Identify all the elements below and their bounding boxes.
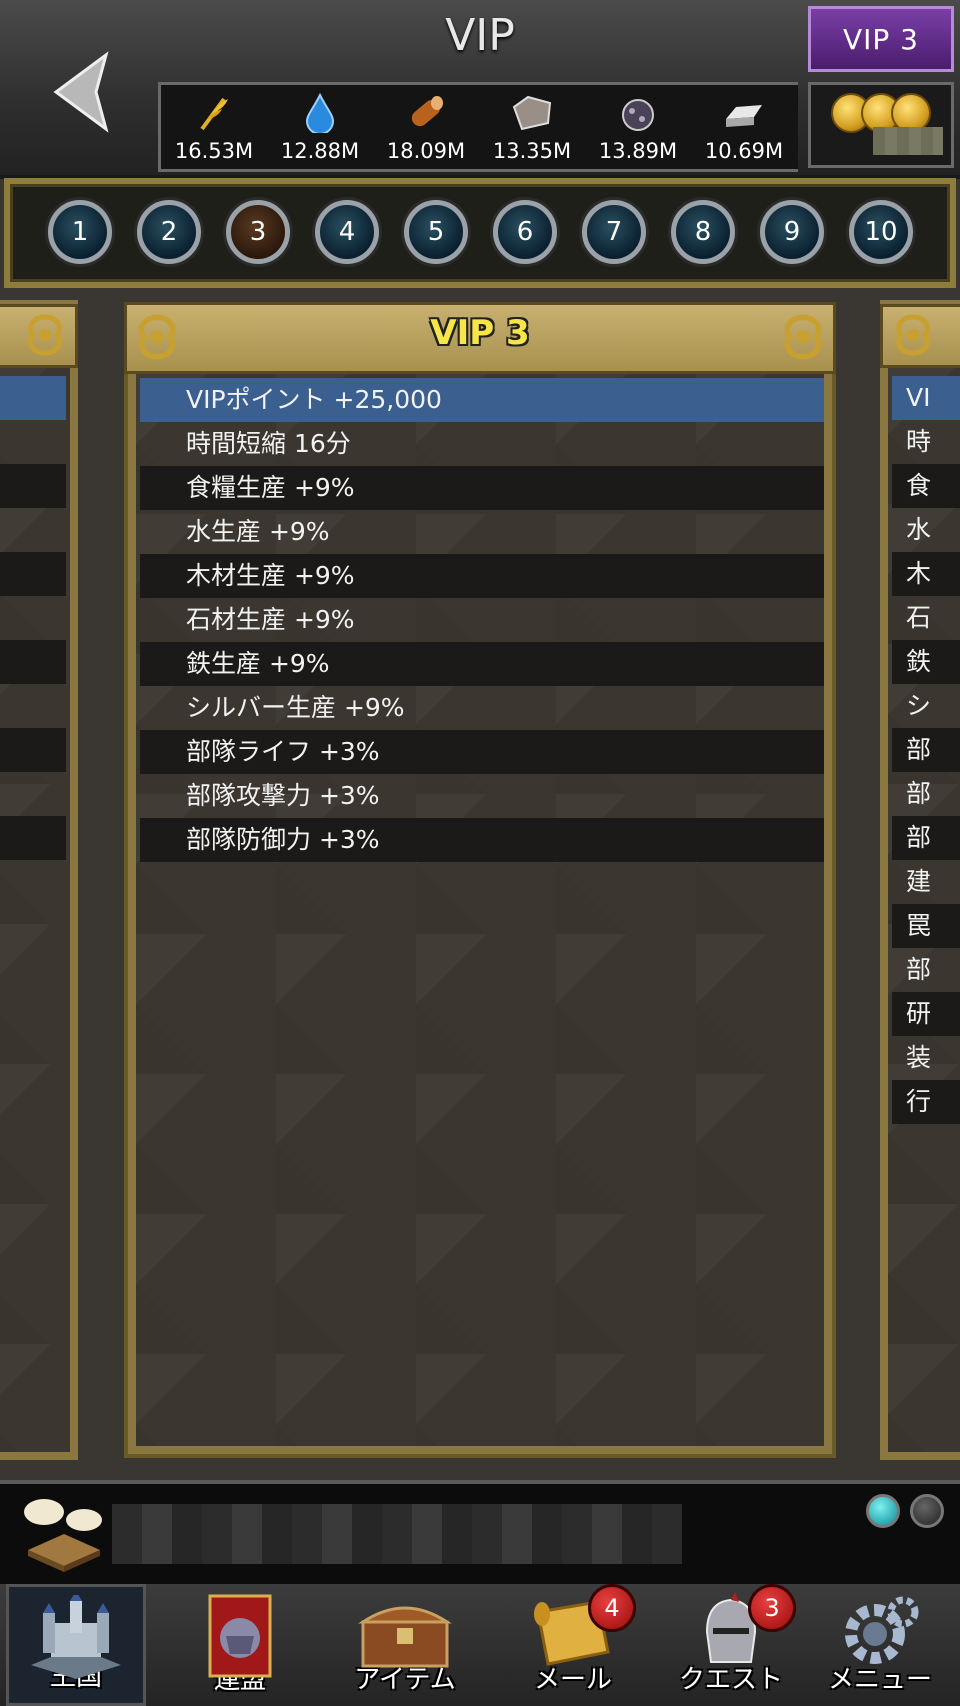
vip-tab-2[interactable]: 2 xyxy=(137,200,201,264)
page-title: VIP xyxy=(445,10,515,61)
wheat-icon xyxy=(200,97,228,131)
resource-value: 13.89M xyxy=(598,139,678,163)
resource-iron[interactable]: 13.89M xyxy=(585,91,691,163)
resource-stone[interactable]: 13.35M xyxy=(479,91,585,163)
vip-tab-5[interactable]: 5 xyxy=(404,200,468,264)
stone-icon xyxy=(512,95,552,131)
gold-coins-button[interactable] xyxy=(808,82,954,168)
peek-row: 水 xyxy=(906,515,932,544)
vip-tab-9[interactable]: 9 xyxy=(760,200,824,264)
benefit-row: シルバー生産 +9% xyxy=(186,693,405,722)
benefit-row: 水生産 +9% xyxy=(186,517,330,546)
benefit-row: 部隊防御力 +3% xyxy=(140,818,824,862)
next-panel[interactable]: VI 時 食 水 木 石 鉄 シ 部 部 部 建 罠 部 研 装 行 xyxy=(880,300,960,1460)
peek-row: 建 xyxy=(906,867,932,896)
peek-row: 石 xyxy=(906,603,932,632)
resource-value: 18.09M xyxy=(386,139,466,163)
vip-tab-1[interactable]: 1 xyxy=(48,200,112,264)
quest-badge: 3 xyxy=(748,1584,796,1632)
log-icon xyxy=(411,96,443,127)
peek-row: 部 xyxy=(906,955,932,984)
water-drop-icon xyxy=(305,93,335,133)
resource-value: 10.69M xyxy=(704,139,784,163)
vip-tab-6[interactable]: 6 xyxy=(493,200,557,264)
resource-wood[interactable]: 18.09M xyxy=(373,91,479,163)
peek-row: 研 xyxy=(892,992,960,1036)
resource-value: 16.53M xyxy=(174,139,254,163)
peek-row: 部 xyxy=(892,728,960,772)
benefit-row: VIPポイント +25,000 xyxy=(140,378,824,422)
nav-alliance[interactable]: 連盟 xyxy=(180,1584,300,1706)
chat-page-indicator[interactable] xyxy=(910,1494,944,1528)
benefit-row: 鉄生産 +9% xyxy=(140,642,824,686)
alliance-banner-icon xyxy=(208,1594,272,1678)
resource-strip: 16.53M 12.88M 18.09M 13.35M 13.89M 10.69… xyxy=(158,82,798,172)
iron-ore-icon xyxy=(622,99,654,131)
vip-level-tabs: 1 2 3 4 5 6 7 8 9 10 xyxy=(4,178,956,288)
peek-row: 時 xyxy=(906,427,932,456)
back-arrow-icon xyxy=(53,51,109,133)
resource-value: 13.35M xyxy=(492,139,572,163)
peek-row: 食 xyxy=(892,464,960,508)
peek-row: シ xyxy=(906,691,932,720)
resource-value: 12.88M xyxy=(280,139,360,163)
top-bar: VIP 16.53M 12.88M 18.09M 13.35M 13.89M 1… xyxy=(0,0,960,179)
benefit-row: 石材生産 +9% xyxy=(186,605,355,634)
vip-benefits-panel: VIP 3 VIPポイント +25,000 時間短縮 16分 食糧生産 +9% … xyxy=(124,302,836,1458)
redacted-value xyxy=(873,127,943,155)
benefit-row: 部隊ライフ +3% xyxy=(140,730,824,774)
peek-row: VI xyxy=(892,376,960,420)
peek-row: 行 xyxy=(892,1080,960,1124)
panel-header: VIP 3 xyxy=(124,302,836,374)
vip-tab-7[interactable]: 7 xyxy=(582,200,646,264)
peek-row: 装 xyxy=(906,1043,932,1072)
peek-row: 木 xyxy=(892,552,960,596)
nav-items[interactable]: アイテム xyxy=(340,1584,470,1706)
benefit-row: 部隊攻撃力 +3% xyxy=(186,781,380,810)
back-button[interactable] xyxy=(22,22,142,162)
panel-title: VIP 3 xyxy=(430,313,530,353)
previous-panel[interactable] xyxy=(0,300,78,1460)
benefit-row: 木材生産 +9% xyxy=(140,554,824,598)
bottom-nav: 王国 連盟 アイテム 4 メール 3 クエスト xyxy=(0,1584,960,1706)
nav-quest[interactable]: 3 クエスト xyxy=(666,1584,796,1706)
resource-food[interactable]: 16.53M xyxy=(161,91,267,163)
vip-tab-3[interactable]: 3 xyxy=(226,200,290,264)
vip-tab-10[interactable]: 10 xyxy=(849,200,913,264)
treasure-chest-icon xyxy=(358,1606,452,1668)
peek-row: 罠 xyxy=(892,904,960,948)
peek-row: 部 xyxy=(892,816,960,860)
nav-menu[interactable]: メニュー xyxy=(810,1584,950,1706)
ornament-icon xyxy=(777,311,829,363)
nav-mail[interactable]: 4 メール xyxy=(508,1584,638,1706)
vip-tab-8[interactable]: 8 xyxy=(671,200,735,264)
silver-ingot-icon xyxy=(726,105,762,127)
resource-water[interactable]: 12.88M xyxy=(267,91,373,163)
nav-kingdom[interactable]: 王国 xyxy=(6,1584,146,1706)
chat-bar[interactable] xyxy=(0,1480,960,1588)
ornament-icon xyxy=(19,309,71,361)
benefit-row: 時間短縮 16分 xyxy=(186,429,351,458)
gear-icon xyxy=(845,1596,919,1664)
vip-level-badge[interactable]: VIP 3 xyxy=(808,6,954,72)
castle-icon xyxy=(31,1595,121,1679)
chat-message-redacted xyxy=(112,1504,682,1564)
chat-avatar-icon xyxy=(18,1494,110,1574)
ornament-icon xyxy=(887,309,939,361)
mail-badge: 4 xyxy=(588,1584,636,1632)
vip-tab-4[interactable]: 4 xyxy=(315,200,379,264)
peek-row: 鉄 xyxy=(892,640,960,684)
resource-silver[interactable]: 10.69M xyxy=(691,91,797,163)
chat-page-indicator-active[interactable] xyxy=(866,1494,900,1528)
peek-row: 部 xyxy=(906,779,932,808)
benefit-row: 食糧生産 +9% xyxy=(140,466,824,510)
